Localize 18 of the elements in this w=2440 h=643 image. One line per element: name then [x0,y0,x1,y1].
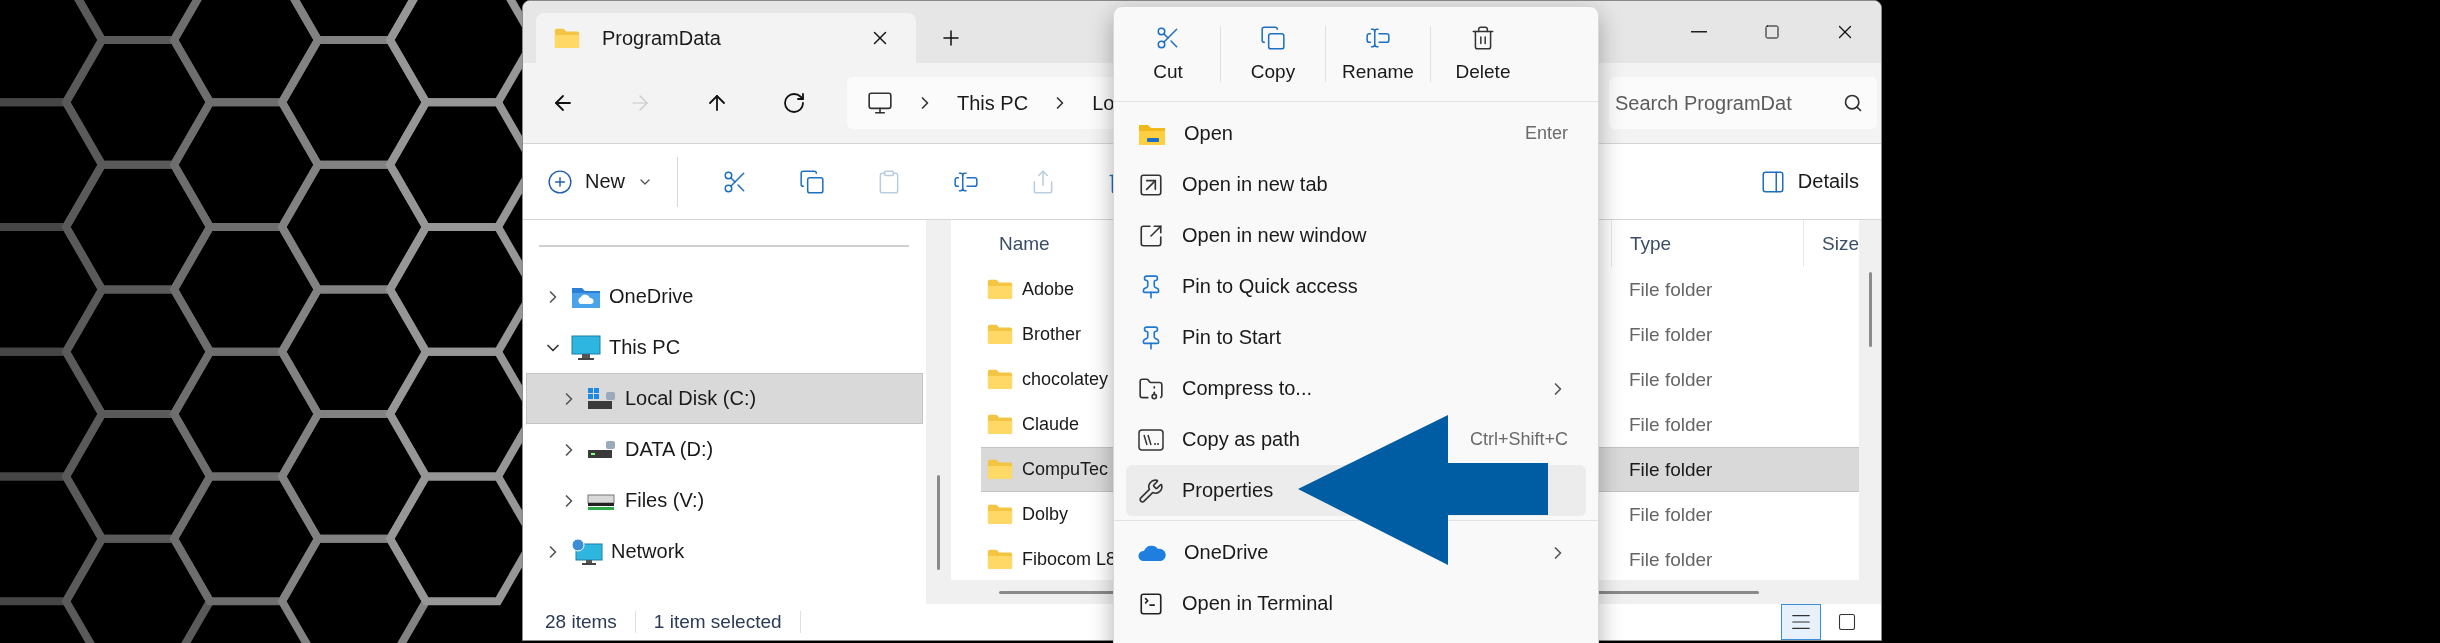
file-type: File folder [1628,413,1714,436]
file-name: Dolby [1022,504,1069,525]
file-type: File folder [1628,548,1714,571]
selection-status: 1 item selected [653,611,801,633]
file-type: File folder [1628,278,1714,301]
file-name: Claude [1022,414,1080,435]
file-name: chocolatey [1022,369,1109,390]
file-type: File folder [1628,503,1714,526]
tab-title: ProgramData [602,26,722,50]
file-name: Adobe [1022,279,1075,300]
shortcut-text: Ctrl+Shift+C [1469,429,1568,450]
file-type: File folder [1628,458,1714,481]
file-type: File folder [1628,368,1714,391]
file-type: File folder [1628,323,1714,346]
file-name: Brother [1022,324,1082,345]
file-name: CompuTec [1022,459,1109,480]
shortcut-text: Enter [1524,123,1568,144]
item-count: 28 items [545,611,636,633]
